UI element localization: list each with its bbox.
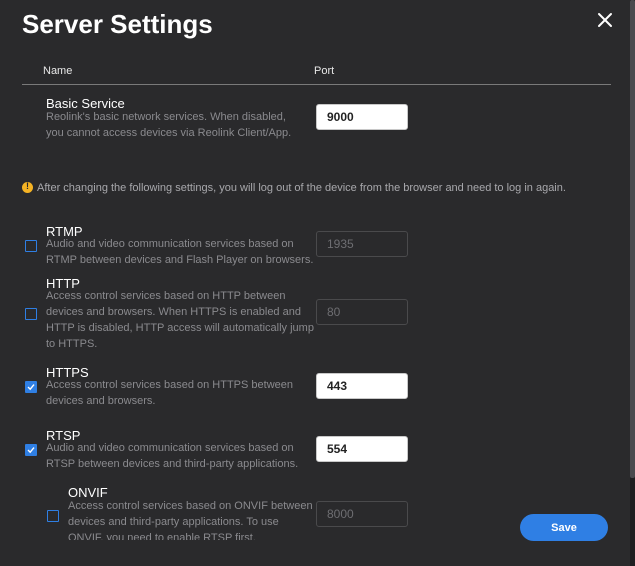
- https-port-input[interactable]: [316, 373, 408, 399]
- rtsp-checkbox[interactable]: [25, 444, 37, 456]
- column-header-port: Port: [314, 65, 335, 77]
- basic-service-desc-line-1: Reolink's basic network services. When d…: [46, 111, 286, 123]
- http-desc-line-2: devices and browsers. When HTTPS is enab…: [46, 306, 301, 318]
- rtsp-desc-line-2: RTSP between devices and third-party app…: [46, 458, 299, 470]
- dialog-title: Server Settings: [22, 9, 213, 39]
- http-port-input[interactable]: [316, 299, 408, 325]
- https-checkbox[interactable]: [25, 381, 37, 393]
- close-icon: [598, 13, 612, 27]
- http-checkbox[interactable]: [25, 308, 37, 320]
- https-desc-line-1: Access control services based on HTTPS b…: [46, 379, 294, 391]
- column-header-name: Name: [43, 65, 73, 77]
- checkmark-icon: [27, 447, 35, 454]
- warning-icon: !: [22, 181, 33, 193]
- basic-service-port-input[interactable]: [316, 104, 408, 130]
- checkmark-icon: [27, 384, 35, 391]
- basic-service-desc-line-2: you cannot access devices via Reolink Cl…: [46, 127, 292, 139]
- settings-scroll-area: Basic Service Reolink's basic network se…: [0, 85, 630, 540]
- http-desc-line-1: Access control services based on HTTP be…: [46, 290, 286, 302]
- onvif-port-input[interactable]: [316, 501, 408, 527]
- save-button[interactable]: Save: [520, 514, 608, 541]
- onvif-desc-line-3: ONVIF, you need to enable RTSP first.: [68, 532, 256, 540]
- https-desc-line-2: devices and browsers.: [46, 395, 156, 407]
- warning-text: After changing the following settings, y…: [37, 182, 566, 194]
- http-desc-line-3: HTTP is disabled, HTTP access will autom…: [46, 322, 314, 334]
- http-desc-line-4: to HTTPS.: [46, 338, 98, 350]
- onvif-desc-line-2: devices and third-party applications. To…: [68, 516, 279, 528]
- scrollbar-track[interactable]: [630, 0, 635, 566]
- rtmp-desc-line-2: RTMP between devices and Flash Player on…: [46, 254, 314, 266]
- onvif-checkbox[interactable]: [47, 510, 59, 522]
- close-button[interactable]: [595, 10, 615, 30]
- rtmp-port-input[interactable]: [316, 231, 408, 257]
- rtsp-port-input[interactable]: [316, 436, 408, 462]
- scrollbar-thumb[interactable]: [630, 0, 635, 478]
- server-settings-dialog: Server Settings Name Port Basic Service …: [0, 0, 635, 566]
- table-header: Name Port: [22, 55, 611, 85]
- onvif-desc-line-1: Access control services based on ONVIF b…: [68, 500, 313, 512]
- rtmp-desc-line-1: Audio and video communication services b…: [46, 238, 294, 250]
- rtmp-checkbox[interactable]: [25, 240, 37, 252]
- rtsp-desc-line-1: Audio and video communication services b…: [46, 442, 294, 454]
